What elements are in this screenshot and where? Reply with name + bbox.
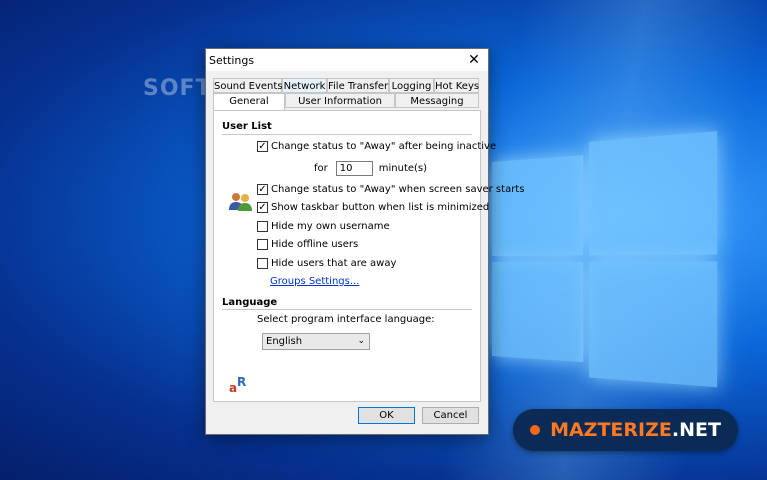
tab-hot-keys[interactable]: Hot Keys [434, 78, 479, 93]
divider [222, 134, 472, 135]
away-screensaver-label: Change status to "Away" when screen save… [271, 184, 524, 195]
divider [222, 309, 472, 310]
away-screensaver-option[interactable]: ✓ Change status to "Away" when screen sa… [257, 184, 524, 195]
away-inactive-checkbox[interactable]: ✓ [257, 141, 268, 152]
general-panel: User List ✓ Change status to "Away" afte… [213, 110, 481, 402]
taskbar-checkbox[interactable]: ✓ [257, 202, 268, 213]
settings-dialog: Settings ✕ Sound Events Network File Tra… [205, 48, 489, 435]
away-inactive-label: Change status to "Away" after being inac… [271, 141, 496, 152]
language-icon: a R [229, 375, 253, 399]
windows-logo [492, 150, 722, 380]
user-list-heading: User List [222, 121, 272, 132]
hide-offline-checkbox[interactable] [257, 239, 268, 250]
away-inactive-option[interactable]: ✓ Change status to "Away" after being in… [257, 141, 496, 152]
hide-own-option[interactable]: Hide my own username [257, 221, 390, 232]
cancel-button[interactable]: Cancel [422, 407, 479, 424]
tab-file-transfer[interactable]: File Transfer [327, 78, 389, 93]
badge-dot [530, 425, 540, 435]
tab-network[interactable]: Network [282, 78, 327, 93]
hide-away-label: Hide users that are away [271, 258, 396, 269]
tab-messaging[interactable]: Messaging [395, 93, 479, 108]
away-screensaver-checkbox[interactable]: ✓ [257, 184, 268, 195]
hide-own-label: Hide my own username [271, 221, 390, 232]
minutes-unit: minute(s) [379, 163, 427, 174]
close-icon[interactable]: ✕ [466, 52, 482, 68]
language-select[interactable]: English ⌄ [262, 333, 370, 350]
tab-user-information[interactable]: User Information [285, 93, 395, 108]
brand-badge: MAZTERIZE .NET [513, 409, 738, 451]
language-icon-r: R [237, 375, 246, 389]
hide-away-checkbox[interactable] [257, 258, 268, 269]
badge-tld: .NET [672, 419, 721, 441]
ok-button[interactable]: OK [358, 407, 415, 424]
taskbar-option[interactable]: ✓ Show taskbar button when list is minim… [257, 202, 489, 213]
watermark: SOFT [143, 76, 212, 101]
badge-brand: MAZTERIZE [550, 419, 672, 441]
inactive-minutes-row: for 10 minute(s) [314, 161, 427, 176]
language-prompt: Select program interface language: [257, 314, 435, 325]
hide-away-option[interactable]: Hide users that are away [257, 258, 396, 269]
tab-strip: Sound Events Network File Transfer Loggi… [213, 78, 481, 110]
hide-offline-option[interactable]: Hide offline users [257, 239, 358, 250]
language-heading: Language [222, 297, 277, 308]
language-selected: English [266, 336, 302, 347]
chevron-down-icon: ⌄ [357, 334, 365, 349]
title-bar[interactable]: Settings ✕ [206, 49, 488, 71]
hide-offline-label: Hide offline users [271, 239, 358, 250]
users-icon [228, 191, 254, 211]
groups-settings-link[interactable]: Groups Settings... [270, 276, 359, 287]
taskbar-label: Show taskbar button when list is minimiz… [271, 202, 489, 213]
tab-sound-events[interactable]: Sound Events [213, 78, 282, 93]
language-icon-a: a [229, 381, 237, 395]
minutes-input[interactable]: 10 [336, 161, 373, 176]
hide-own-checkbox[interactable] [257, 221, 268, 232]
tab-general[interactable]: General [213, 93, 285, 110]
for-label: for [314, 163, 328, 174]
tab-logging[interactable]: Logging [389, 78, 434, 93]
window-title: Settings [209, 54, 254, 67]
